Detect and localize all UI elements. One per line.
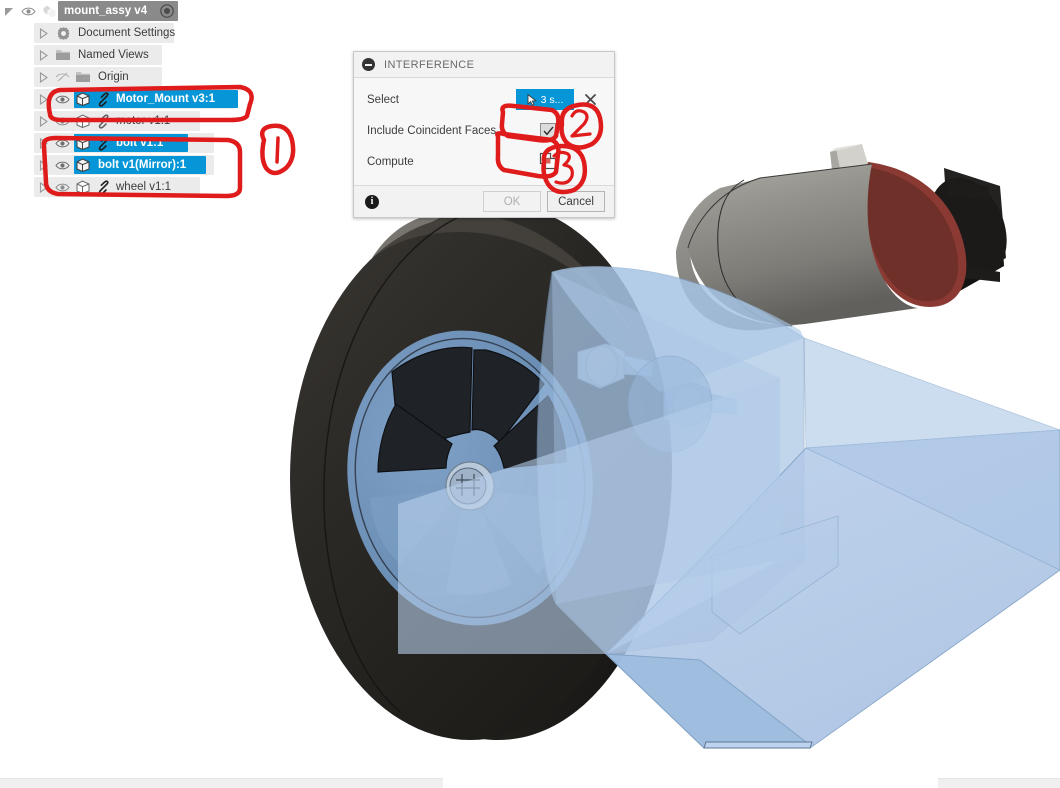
bottom-toolbar-right[interactable] [938,778,1060,788]
tree-item-label: Origin [98,71,129,83]
eye-icon[interactable] [52,88,72,110]
field-select: Select 3 s... [354,84,614,115]
tree-item-label: Named Views [78,49,149,61]
browser-tree[interactable]: mount_assy v4 Document Settings Named Vi… [0,0,250,198]
triangle-down-icon[interactable] [0,0,18,22]
tree-item-label: bolt v1:1 [116,137,164,149]
radio-dot-icon[interactable] [157,0,177,22]
info-icon[interactable]: i [365,194,379,209]
triangle-right-icon[interactable] [34,66,52,88]
tree-item-label: bolt v1(Mirror):1 [98,159,187,171]
tree-row-root[interactable]: mount_assy v4 [0,0,250,22]
tree-item-label: wheel v1:1 [116,181,171,193]
cursor-arrow-icon [527,93,538,106]
tree-row-document-settings[interactable]: Document Settings [0,22,250,44]
folder-icon [52,44,74,66]
triangle-right-icon[interactable] [34,110,52,132]
tree-row-wheel[interactable]: wheel v1:1 [0,176,250,198]
folder-icon [72,66,94,88]
tree-row-named-views[interactable]: Named Views [0,44,250,66]
compute-label: Compute [367,155,414,168]
tree-item-label: motor v1:1 [116,115,171,127]
select-button[interactable]: 3 s... [516,89,574,110]
link-icon [94,176,112,198]
select-label: Select [367,93,399,106]
link-icon [94,88,112,110]
field-include-coincident-faces: Include Coincident Faces [354,115,614,146]
tree-row-bolt[interactable]: bolt v1:1 [0,132,250,154]
field-compute: Compute [354,146,614,177]
bottom-toolbar-left[interactable] [0,778,443,788]
tree-row-motor-mount[interactable]: Motor_Mount v3:1 [0,88,250,110]
gear-icon [52,22,74,44]
component-icon [72,132,94,154]
tree-root-label: mount_assy v4 [64,5,148,17]
tree-row-origin[interactable]: Origin [0,66,250,88]
eye-icon[interactable] [18,0,38,22]
triangle-right-icon[interactable] [34,22,52,44]
assembly-icon [38,0,60,22]
triangle-right-icon[interactable] [34,154,52,176]
eye-icon[interactable] [52,176,72,198]
eye-icon[interactable] [52,110,72,132]
dialog-header[interactable]: INTERFERENCE [354,52,614,78]
eye-icon[interactable] [52,154,72,176]
interference-dialog[interactable]: INTERFERENCE Select 3 s... Include Coinc… [353,51,615,218]
dialog-body: Select 3 s... Include Coincident Faces C… [354,78,614,186]
dialog-footer: i OK Cancel [354,186,614,217]
triangle-right-icon[interactable] [34,88,52,110]
eye-hidden-icon[interactable] [52,66,72,88]
triangle-right-icon[interactable] [34,132,52,154]
tree-row-motor[interactable]: motor v1:1 [0,110,250,132]
component-icon [72,154,94,176]
x-icon[interactable] [582,92,598,108]
eye-icon[interactable] [52,132,72,154]
select-button-value: 3 s... [540,93,564,106]
cancel-button[interactable]: Cancel [547,191,605,212]
ok-button[interactable]: OK [483,191,541,212]
tree-item-label: Document Settings [78,27,176,39]
tree-item-label: Motor_Mount v3:1 [116,93,216,105]
component-icon [72,110,94,132]
link-icon [94,110,112,132]
minus-circle-icon[interactable] [362,58,375,71]
tree-row-bolt-mirror[interactable]: bolt v1(Mirror):1 [0,154,250,176]
link-icon [94,132,112,154]
compute-overlap-icon[interactable] [539,152,558,171]
triangle-right-icon[interactable] [34,44,52,66]
triangle-right-icon[interactable] [34,176,52,198]
checkbox-checked-icon[interactable] [540,122,556,139]
component-icon [72,88,94,110]
include-coincident-faces-label: Include Coincident Faces [367,124,497,137]
component-icon [72,176,94,198]
dialog-title: INTERFERENCE [384,58,475,71]
